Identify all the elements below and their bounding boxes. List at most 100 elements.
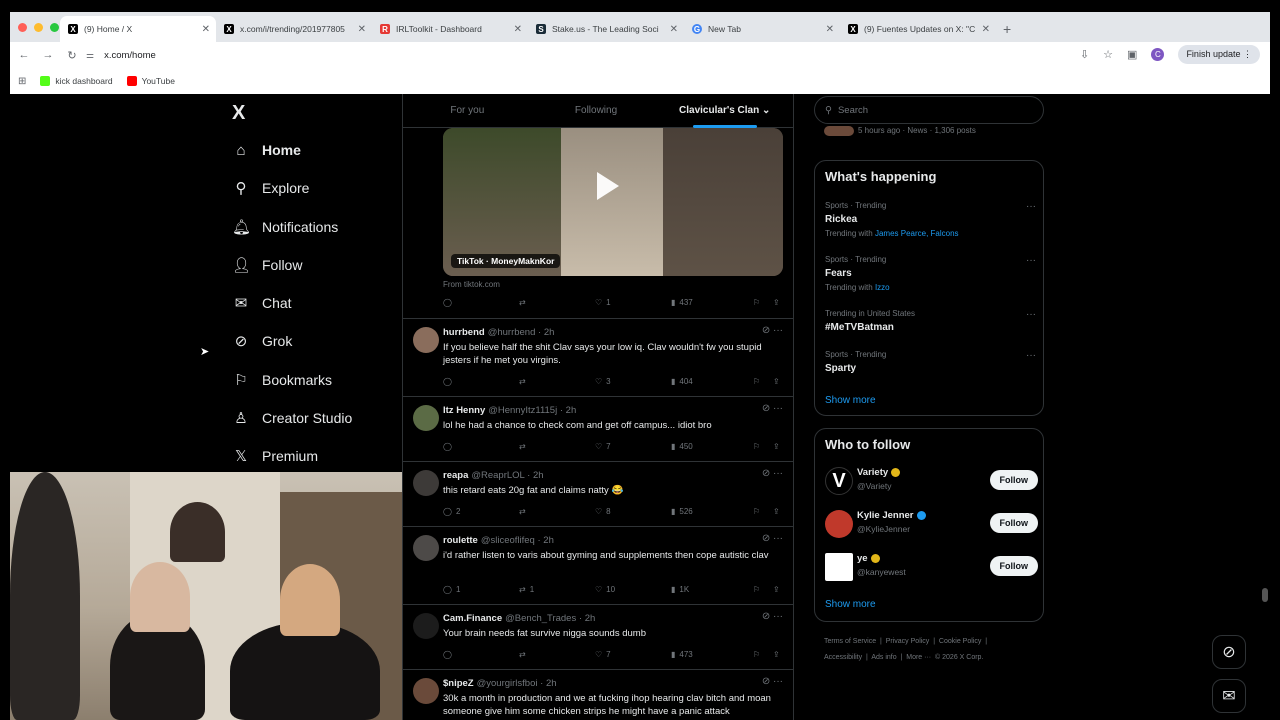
new-tab-button[interactable]: + xyxy=(1003,21,1011,37)
video-embed[interactable]: TikTok · MoneyMaknKor xyxy=(443,128,783,276)
repost-button[interactable]: ⇄ xyxy=(519,650,595,659)
profile-avatar[interactable]: C xyxy=(1151,48,1165,61)
avatar[interactable] xyxy=(413,327,439,353)
views-button[interactable]: ▮ 1K xyxy=(671,585,753,594)
forward-arrow-icon[interactable]: → xyxy=(36,49,60,61)
more-icon[interactable]: ⊘ ··· xyxy=(762,403,783,414)
display-name[interactable]: hurrbend xyxy=(443,327,485,338)
reply-button[interactable]: ◯ 2 xyxy=(443,507,519,516)
finish-update-button[interactable]: Finish update ⋮ xyxy=(1178,45,1260,64)
share-button[interactable]: ⇪ xyxy=(773,377,780,386)
bookmark-button[interactable]: ⚐ xyxy=(753,377,773,386)
browser-tab-5[interactable]: G New Tab ✕ xyxy=(684,16,840,42)
more-icon[interactable]: ⊘ ··· xyxy=(762,325,783,336)
handle[interactable]: @sliceoflifeq xyxy=(481,535,535,546)
follow-button[interactable]: Follow xyxy=(989,513,1038,533)
nav-item-creator-studio[interactable]: ♙ Creator Studio xyxy=(232,406,352,430)
nav-item-grok[interactable]: ⊘ Grok xyxy=(232,329,293,353)
avatar[interactable] xyxy=(825,553,853,581)
reply-button[interactable]: ◯ 1 xyxy=(443,585,519,594)
post-item[interactable]: hurrbend @hurrbend · 2h ⊘ ··· If you beli… xyxy=(403,318,793,396)
follow-suggestion[interactable]: V Variety @Variety Follow xyxy=(825,465,1040,497)
handle[interactable]: @HennyItz1115j xyxy=(488,405,557,416)
handle[interactable]: @yourgirlsfboi xyxy=(477,678,538,689)
repost-button[interactable]: ⇄ xyxy=(519,298,595,307)
browser-tab-1[interactable]: X (9) Home / X ✕ xyxy=(60,16,216,42)
terms-link[interactable]: Terms of Service xyxy=(824,638,876,645)
display-name[interactable]: $nipeZ xyxy=(443,678,474,689)
apps-grid-icon[interactable]: ⊞ xyxy=(18,76,26,87)
minimize-window-button[interactable] xyxy=(34,23,43,32)
tab-following[interactable]: Following xyxy=(532,105,661,116)
handle[interactable]: @ReaprLOL xyxy=(471,470,524,481)
side-panel-icon[interactable]: ▣ xyxy=(1127,48,1137,61)
timestamp[interactable]: 2h xyxy=(566,405,577,416)
avatar[interactable] xyxy=(413,470,439,496)
share-button[interactable]: ⇪ xyxy=(773,442,780,451)
timestamp[interactable]: 2h xyxy=(543,535,554,546)
avatar[interactable] xyxy=(413,535,439,561)
bookmark-kick-dashboard[interactable]: kick dashboard xyxy=(40,76,113,86)
browser-tab-3[interactable]: R IRLToolkit - Dashboard ✕ xyxy=(372,16,528,42)
display-name[interactable]: reapa xyxy=(443,470,468,481)
like-button[interactable]: ♡ 7 xyxy=(595,650,671,659)
nav-item-chat[interactable]: ✉ Chat xyxy=(232,291,292,315)
link-source[interactable]: From tiktok.com xyxy=(443,280,500,289)
bookmark-youtube[interactable]: YouTube xyxy=(126,76,175,86)
more-icon[interactable]: ⊘ ··· xyxy=(762,676,783,687)
privacy-link[interactable]: Privacy Policy xyxy=(886,638,930,645)
show-more-link[interactable]: Show more xyxy=(825,599,876,610)
like-button[interactable]: ♡ 1 xyxy=(595,298,671,307)
trend-item[interactable]: Sports · Trending Rickea Trending with J… xyxy=(825,201,1040,238)
close-tab-icon[interactable]: ✕ xyxy=(982,24,990,35)
browser-tab-6[interactable]: X (9) Fuentes Updates on X: "C ✕ xyxy=(840,16,996,42)
reload-icon[interactable]: ↻ xyxy=(60,49,84,62)
like-button[interactable]: ♡ 10 xyxy=(595,585,671,594)
post-item[interactable]: $nipeZ @yourgirlsfboi · 2h ⊘ ··· 30k a mo… xyxy=(403,669,793,720)
follow-suggestion[interactable]: Kylie Jenner @KylieJenner Follow xyxy=(825,508,1040,540)
browser-tab-4[interactable]: S Stake.us - The Leading Soci ✕ xyxy=(528,16,684,42)
scrollbar[interactable] xyxy=(1262,588,1268,602)
nav-item-notifications[interactable]: 🔔︎ Notifications xyxy=(232,215,338,239)
site-info-icon[interactable]: ⚌ xyxy=(86,50,94,61)
ads-info-link[interactable]: Ads info xyxy=(871,654,896,661)
trend-item[interactable]: Trending in United States #MeTVBatman ··… xyxy=(825,309,1040,333)
follow-suggestion[interactable]: ye @kanyewest Follow xyxy=(825,551,1040,583)
cookie-link[interactable]: Cookie Policy xyxy=(939,638,981,645)
x-logo[interactable]: X xyxy=(232,102,245,125)
post-item[interactable]: roulette @sliceoflifeq · 2h ⊘ ··· i'd rat… xyxy=(403,526,793,604)
like-button[interactable]: ♡ 7 xyxy=(595,442,671,451)
views-button[interactable]: ▮ 437 xyxy=(671,298,753,307)
repost-button[interactable]: ⇄ 1 xyxy=(519,585,595,594)
accessibility-link[interactable]: Accessibility xyxy=(824,654,862,661)
more-icon[interactable]: ··· xyxy=(1026,350,1036,361)
bookmark-button[interactable]: ⚐ xyxy=(753,298,773,307)
handle[interactable]: @hurrbend xyxy=(488,327,536,338)
post-item[interactable]: reapa @ReaprLOL · 2h ⊘ ··· this retard ea… xyxy=(403,461,793,526)
display-name[interactable]: Itz Henny xyxy=(443,405,485,416)
timestamp[interactable]: 2h xyxy=(546,678,557,689)
trend-partial[interactable]: 5 hours ago · News · 1,306 posts xyxy=(824,126,976,136)
avatar[interactable] xyxy=(825,510,853,538)
post-item[interactable]: Itz Henny @HennyItz1115j · 2h ⊘ ··· lol h… xyxy=(403,396,793,461)
post-item[interactable]: Cam.Finance @Bench_Trades · 2h ⊘ ··· Your… xyxy=(403,604,793,669)
timestamp[interactable]: 2h xyxy=(544,327,555,338)
bookmark-button[interactable]: ⚐ xyxy=(753,585,773,594)
reply-button[interactable]: ◯ xyxy=(443,298,519,307)
nav-item-home[interactable]: ⌂ Home xyxy=(232,138,300,162)
like-button[interactable]: ♡ 3 xyxy=(595,377,671,386)
display-name[interactable]: roulette xyxy=(443,535,478,546)
nav-item-bookmarks[interactable]: ⚐ Bookmarks xyxy=(232,368,332,392)
repost-button[interactable]: ⇄ xyxy=(519,507,595,516)
more-icon[interactable]: ··· xyxy=(1026,255,1036,266)
more-icon[interactable]: ⊘ ··· xyxy=(762,468,783,479)
avatar[interactable] xyxy=(413,613,439,639)
reply-button[interactable]: ◯ xyxy=(443,377,519,386)
search-input[interactable]: Search xyxy=(838,105,868,116)
bookmark-button[interactable]: ⚐ xyxy=(753,650,773,659)
views-button[interactable]: ▮ 526 xyxy=(671,507,753,516)
close-tab-icon[interactable]: ✕ xyxy=(358,24,366,35)
trend-item[interactable]: Sports · Trending Fears Trending with Iz… xyxy=(825,255,1040,292)
avatar[interactable] xyxy=(413,678,439,704)
nav-item-follow[interactable]: 👤︎ Follow xyxy=(232,253,302,277)
